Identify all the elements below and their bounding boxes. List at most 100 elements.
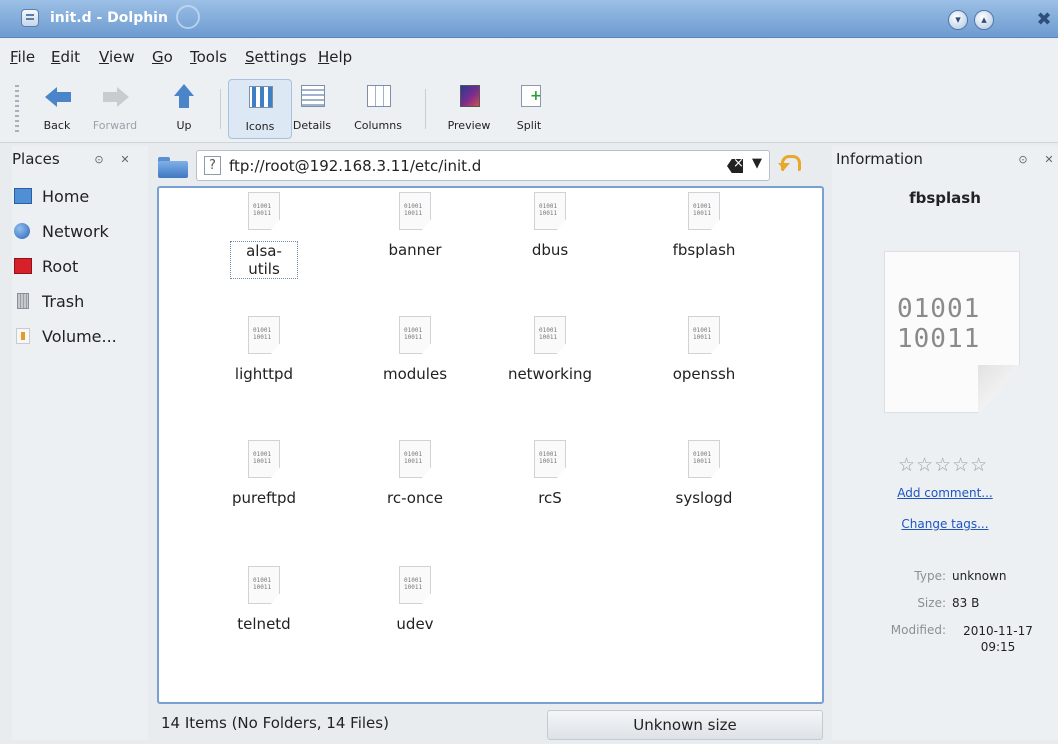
file-item[interactable]: 01001 10011 dbus (475, 192, 625, 302)
file-name: fbsplash (672, 241, 736, 259)
places-float-icon[interactable]: ⊙ (92, 153, 106, 167)
file-icon-binary-text: 01001 10011 (539, 327, 558, 341)
file-item[interactable]: 01001 10011 networking (475, 316, 625, 426)
info-close-icon[interactable]: ✕ (1042, 153, 1056, 167)
file-name: modules (382, 365, 448, 383)
split-icon: + (513, 81, 545, 113)
file-name: telnetd (237, 615, 291, 633)
forward-button[interactable]: Forward (83, 79, 147, 139)
file-item[interactable]: 01001 10011 fbsplash (629, 192, 779, 302)
menu-help[interactable]: Help (318, 48, 352, 66)
minimize-button[interactable]: ▾ (948, 10, 968, 30)
file-view[interactable]: 01001 10011 alsa-utils 01001 10011 banner 01… (157, 186, 824, 704)
preview-icon (453, 81, 485, 113)
split-label: Split (516, 119, 542, 132)
file-name: rcS (538, 489, 562, 507)
toolbar-separator (220, 89, 221, 129)
split-button[interactable]: + Split (497, 79, 561, 139)
file-item[interactable]: 01001 10011 rc-once (340, 440, 490, 550)
file-name: openssh (672, 365, 736, 383)
information-panel-title: Information (836, 150, 923, 168)
places-item-trash[interactable]: Trash (12, 287, 148, 317)
details-view-button[interactable]: Details (280, 79, 344, 139)
file-item[interactable]: 01001 10011 syslogd (629, 440, 779, 550)
close-button[interactable]: ✖ (1034, 10, 1054, 30)
file-name: lighttpd (234, 365, 294, 383)
status-item-count: 14 Items (No Folders, 14 Files) (161, 714, 389, 732)
file-name: pureftpd (231, 489, 297, 507)
file-name: rc-once (387, 489, 443, 507)
clear-location-icon[interactable] (727, 159, 743, 173)
file-item[interactable]: 01001 10011 openssh (629, 316, 779, 426)
window-title: init.d - Dolphin (50, 10, 168, 26)
places-item-root[interactable]: Root (12, 252, 148, 282)
binary-file-icon: 01001 10011 (248, 192, 280, 230)
file-item[interactable]: 01001 10011 telnetd (189, 566, 339, 676)
menu-view[interactable]: View (99, 48, 135, 66)
main-toolbar: Back Forward Up Icons Details Columns Pr… (0, 73, 1058, 143)
binary-file-icon: 01001 10011 (534, 440, 566, 478)
places-item-label: Home (42, 187, 90, 206)
unknown-protocol-icon: ? (204, 156, 221, 175)
file-icon-binary-text: 01001 10011 (693, 327, 712, 341)
menu-tools[interactable]: Tools (190, 48, 227, 66)
dolphin-app-icon[interactable] (21, 9, 39, 27)
modified-label: Modified: (890, 623, 946, 637)
menu-go[interactable]: Go (152, 48, 173, 66)
back-button[interactable]: Back (25, 79, 89, 139)
places-item-label: Network (42, 222, 109, 241)
size-label: Size: (917, 596, 946, 610)
binary-file-icon: 01001 10011 (399, 316, 431, 354)
file-item[interactable]: 01001 10011 modules (340, 316, 490, 426)
file-preview-icon: 01001 10011 (884, 251, 1020, 413)
location-url[interactable]: ftp://root@192.168.3.11/etc/init.d (229, 157, 481, 175)
info-float-icon[interactable]: ⊙ (1016, 153, 1030, 167)
maximize-button[interactable]: ▴ (974, 10, 994, 30)
places-item-home[interactable]: Home (12, 182, 148, 212)
toolbar-grip-handle[interactable] (15, 85, 19, 133)
location-bar[interactable]: ? ftp://root@192.168.3.11/etc/init.d ▼ (196, 150, 770, 181)
file-item[interactable]: 01001 10011 udev (340, 566, 490, 676)
binary-file-icon: 01001 10011 (534, 192, 566, 230)
file-icon-binary-text: 01001 10011 (253, 203, 272, 217)
binary-file-icon: 01001 10011 (399, 192, 431, 230)
columns-view-icon (362, 81, 394, 113)
file-item[interactable]: 01001 10011 banner (340, 192, 490, 302)
file-preview-binary-text: 01001 10011 (897, 294, 981, 354)
forward-label: Forward (92, 119, 138, 132)
binary-file-icon: 01001 10011 (399, 566, 431, 604)
icons-view-icon (244, 82, 276, 114)
network-globe-icon (14, 223, 30, 239)
change-tags-link[interactable]: Change tags... (832, 517, 1058, 531)
file-icon-binary-text: 01001 10011 (253, 451, 272, 465)
binary-file-icon: 01001 10011 (248, 316, 280, 354)
menu-edit[interactable]: Edit (51, 48, 80, 66)
add-comment-link[interactable]: Add comment... (832, 486, 1058, 500)
location-dropdown-icon[interactable]: ▼ (752, 156, 762, 171)
file-item[interactable]: 01001 10011 pureftpd (189, 440, 339, 550)
file-icon-binary-text: 01001 10011 (539, 203, 558, 217)
file-name: networking (507, 365, 593, 383)
root-folder-icon (14, 258, 32, 274)
switch-to-breadcrumb-icon[interactable] (778, 150, 804, 176)
up-button[interactable]: Up (152, 79, 216, 139)
type-label: Type: (914, 569, 946, 583)
file-icon-binary-text: 01001 10011 (404, 327, 423, 341)
up-label: Up (176, 119, 192, 132)
volume-drive-icon (16, 328, 30, 344)
places-item-volume[interactable]: Volume... (12, 322, 148, 352)
rating-stars[interactable]: ☆☆☆☆☆ (898, 454, 988, 476)
file-item[interactable]: 01001 10011 alsa-utils (189, 192, 339, 302)
menu-settings[interactable]: Settings (245, 48, 307, 66)
file-icon-binary-text: 01001 10011 (404, 203, 423, 217)
menu-file[interactable]: File (10, 48, 35, 66)
preview-button[interactable]: Preview (437, 79, 501, 139)
up-arrow-icon (168, 81, 200, 113)
places-close-icon[interactable]: ✕ (118, 153, 132, 167)
space-info[interactable]: Unknown size (547, 710, 823, 740)
file-item[interactable]: 01001 10011 lighttpd (189, 316, 339, 426)
places-item-label: Root (42, 257, 79, 276)
places-item-network[interactable]: Network (12, 217, 148, 247)
columns-view-button[interactable]: Columns (346, 79, 410, 139)
file-item[interactable]: 01001 10011 rcS (475, 440, 625, 550)
